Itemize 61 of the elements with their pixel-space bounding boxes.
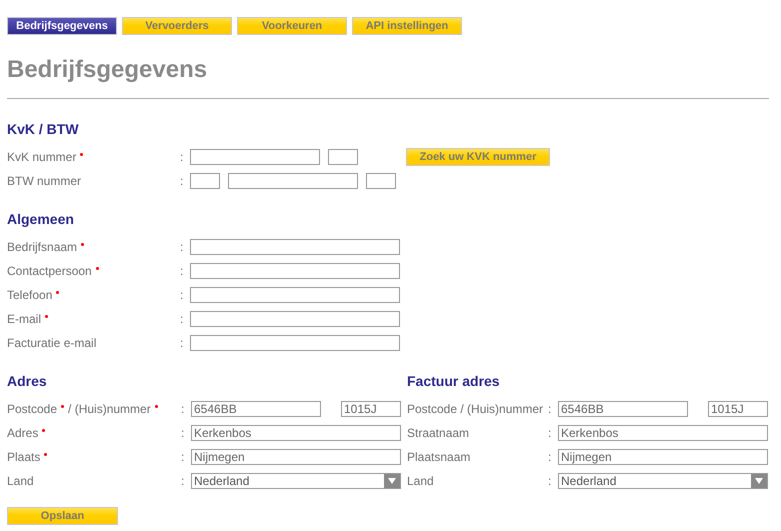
input-field[interactable] <box>190 335 400 351</box>
colon: : <box>548 473 552 490</box>
input-field[interactable] <box>366 173 396 189</box>
save-button[interactable]: Opslaan <box>7 507 118 525</box>
colon: : <box>180 287 184 304</box>
colon: : <box>180 263 184 280</box>
field-label: Straatnaam <box>407 425 470 442</box>
colon: : <box>548 425 552 442</box>
page-title: Bedrijfsgegevens <box>7 55 208 85</box>
input-field[interactable]: 1015J <box>708 401 768 417</box>
colon: : <box>180 173 184 190</box>
section-heading: Adres <box>7 372 48 391</box>
input-field[interactable]: Kerkenbos <box>191 425 401 441</box>
tab[interactable]: API instellingen <box>352 17 462 35</box>
tab[interactable]: Voorkeuren <box>237 17 347 35</box>
field-label: BTW nummer <box>7 173 82 190</box>
input-field[interactable] <box>190 173 220 189</box>
tab[interactable]: Bedrijfsgegevens <box>7 17 117 35</box>
field-label: Land <box>7 473 35 490</box>
colon: : <box>181 449 186 466</box>
field-label: Telefoon <box>7 286 180 304</box>
input-field[interactable]: Nijmegen <box>558 449 768 465</box>
field-label: Contactpersoon <box>7 262 180 280</box>
colon: : <box>548 449 552 466</box>
input-field[interactable]: 6546BB <box>558 401 688 417</box>
input-field[interactable]: 1015J <box>341 401 401 417</box>
colon: : <box>180 239 184 256</box>
colon: : <box>180 335 184 352</box>
field-label: Plaats <box>7 448 181 466</box>
colon: : <box>181 473 186 490</box>
field-label: Plaatsnaam <box>407 449 472 466</box>
input-field[interactable] <box>190 287 400 303</box>
field-label: KvK nummer <box>7 148 180 166</box>
colon: : <box>180 149 184 166</box>
input-field[interactable]: 6546BB <box>191 401 321 417</box>
search-kvk-button[interactable]: Zoek uw KVK nummer <box>406 148 550 166</box>
colon: : <box>181 401 186 418</box>
field-label: Bedrijfsnaam <box>7 238 180 256</box>
field-label: Facturatie e-mail <box>7 335 98 352</box>
input-field[interactable] <box>228 173 358 189</box>
input-field[interactable] <box>328 149 358 165</box>
input-field[interactable]: Kerkenbos <box>558 425 768 441</box>
field-label: Land <box>407 473 435 490</box>
field-label: Postcode / (Huis)nummer <box>407 401 544 418</box>
input-field[interactable] <box>190 311 400 327</box>
section-heading: KvK / BTW <box>7 120 80 139</box>
colon: : <box>548 401 552 418</box>
colon: : <box>181 425 186 442</box>
input-field[interactable] <box>190 239 400 255</box>
field-label: E-mail <box>7 310 180 328</box>
colon: : <box>180 311 184 328</box>
country-select[interactable]: Nederland <box>191 473 401 489</box>
field-label: Adres <box>7 424 181 442</box>
input-field[interactable] <box>190 263 400 279</box>
tab[interactable]: Vervoerders <box>122 17 232 35</box>
field-label: Postcode / (Huis)nummer <box>7 400 181 418</box>
section-heading: Algemeen <box>7 210 75 229</box>
country-select[interactable]: Nederland <box>558 473 768 489</box>
input-field[interactable]: Nijmegen <box>191 449 401 465</box>
input-field[interactable] <box>190 149 320 165</box>
section-heading: Factuur adres <box>407 372 501 391</box>
